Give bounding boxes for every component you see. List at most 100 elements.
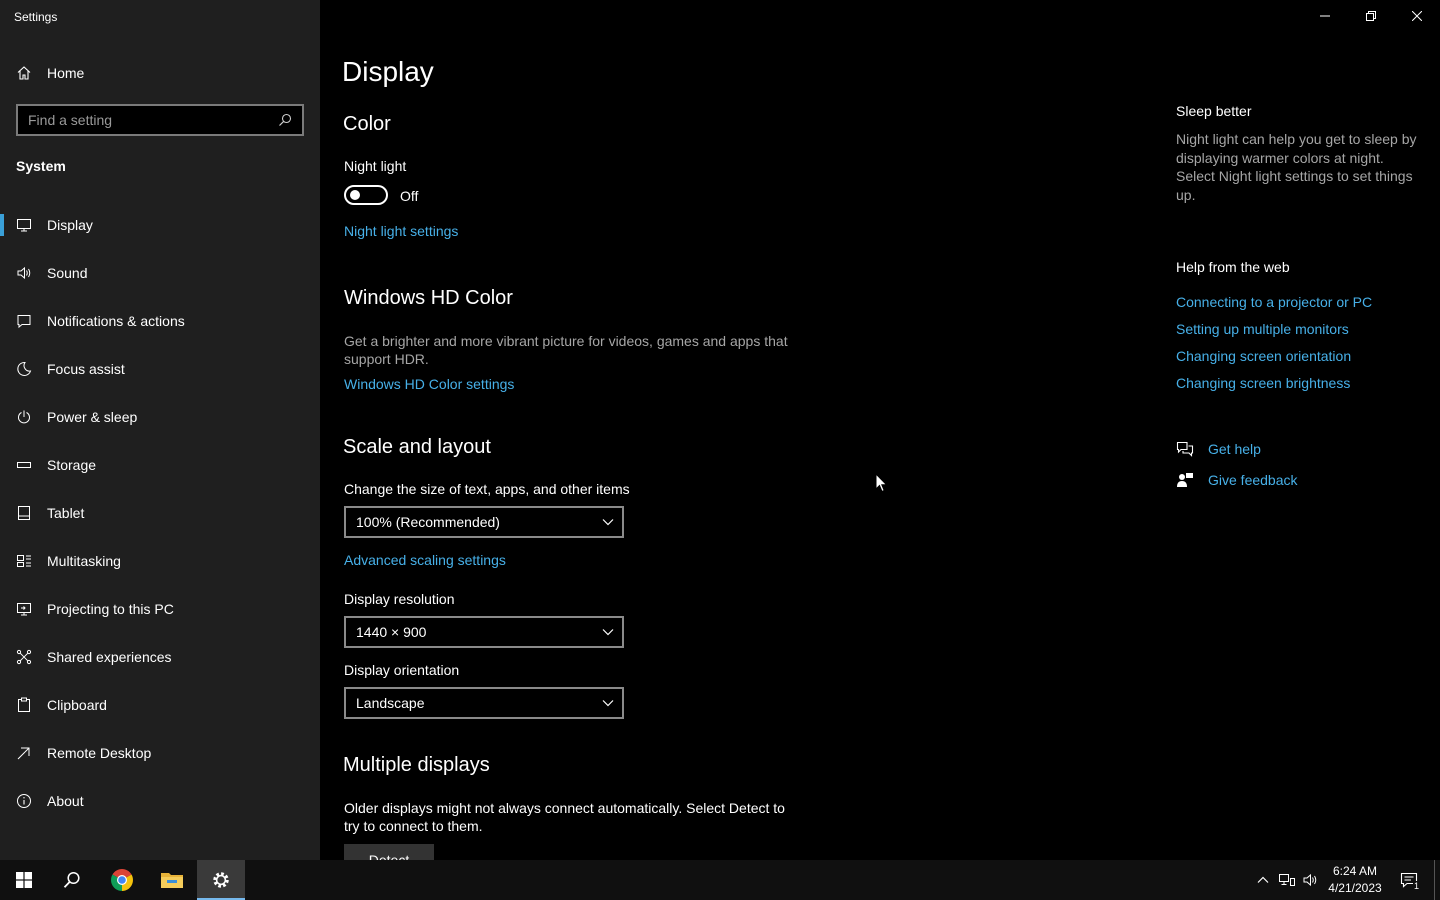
info-icon	[16, 793, 36, 809]
main-content: Display Color Night light Off Night ligh…	[320, 0, 1440, 860]
sidebar-item-label: Clipboard	[47, 697, 107, 713]
file-explorer-button[interactable]	[148, 860, 196, 900]
sidebar: Settings Home System Display Sound	[0, 0, 320, 860]
speaker-icon	[16, 265, 36, 281]
show-hidden-icons-button[interactable]	[1252, 860, 1274, 900]
chrome-button[interactable]	[98, 860, 146, 900]
night-light-state: Off	[400, 188, 419, 204]
sidebar-nav: Display Sound Notifications & actions Fo…	[0, 201, 320, 825]
advanced-scaling-link[interactable]: Advanced scaling settings	[344, 552, 506, 568]
chat-help-icon	[1176, 441, 1196, 457]
feedback-person-icon	[1176, 472, 1196, 488]
mouse-cursor-icon	[875, 473, 888, 493]
hd-color-description: Get a brighter and more vibrant picture …	[344, 333, 788, 367]
sidebar-item-projecting[interactable]: Projecting to this PC	[0, 585, 320, 633]
help-link-orientation[interactable]: Changing screen orientation	[1176, 348, 1351, 364]
sidebar-item-clipboard[interactable]: Clipboard	[0, 681, 320, 729]
sidebar-item-focus-assist[interactable]: Focus assist	[0, 345, 320, 393]
resolution-dropdown[interactable]: 1440 × 900	[344, 616, 624, 648]
network-button[interactable]	[1276, 860, 1298, 900]
settings-taskbar-button[interactable]	[197, 860, 245, 900]
detect-button[interactable]: Detect	[344, 844, 434, 860]
help-link-brightness[interactable]: Changing screen brightness	[1176, 375, 1350, 391]
projecting-icon	[16, 601, 36, 617]
sidebar-item-label: Remote Desktop	[47, 745, 152, 761]
multiple-displays-description: Older displays might not always connect …	[344, 800, 785, 834]
restore-button[interactable]	[1348, 0, 1394, 32]
get-help-link[interactable]: Get help	[1208, 441, 1261, 457]
start-button[interactable]	[0, 860, 48, 900]
orientation-value: Landscape	[356, 695, 425, 711]
chevron-down-icon	[602, 518, 614, 526]
multitasking-icon	[16, 553, 36, 569]
notification-center-icon: 1	[1400, 872, 1420, 891]
sidebar-item-power-sleep[interactable]: Power & sleep	[0, 393, 320, 441]
give-feedback-link[interactable]: Give feedback	[1208, 472, 1298, 488]
sidebar-item-about[interactable]: About	[0, 777, 320, 825]
sidebar-item-label: Notifications & actions	[47, 313, 185, 329]
sidebar-item-label: Multitasking	[47, 553, 121, 569]
sidebar-item-label: Focus assist	[47, 361, 125, 377]
restore-icon	[1366, 11, 1376, 21]
search-icon[interactable]	[278, 113, 296, 127]
section-label-system: System	[16, 158, 66, 174]
home-label: Home	[47, 65, 85, 81]
remote-desktop-icon	[16, 745, 36, 761]
sidebar-item-storage[interactable]: Storage	[0, 441, 320, 489]
taskbar-clock[interactable]: 6:24 AM 4/21/2023	[1324, 863, 1386, 897]
sidebar-item-remote-desktop[interactable]: Remote Desktop	[0, 729, 320, 777]
sidebar-item-tablet[interactable]: Tablet	[0, 489, 320, 537]
minimize-button[interactable]	[1302, 0, 1348, 32]
help-link-multiple-monitors[interactable]: Setting up multiple monitors	[1176, 321, 1349, 337]
close-icon	[1412, 11, 1422, 21]
search-input[interactable]	[28, 112, 278, 128]
orientation-dropdown[interactable]: Landscape	[344, 687, 624, 719]
action-center-button[interactable]: 1	[1396, 860, 1422, 900]
sidebar-item-shared-experiences[interactable]: Shared experiences	[0, 633, 320, 681]
notification-count-badge: 1	[1412, 881, 1420, 891]
help-link-projector[interactable]: Connecting to a projector or PC	[1176, 294, 1372, 310]
chevron-down-icon	[602, 699, 614, 707]
show-desktop-button[interactable]	[1434, 860, 1440, 900]
sleep-better-heading: Sleep better	[1176, 103, 1252, 119]
clock-time: 6:24 AM	[1332, 864, 1378, 878]
chevron-down-icon	[602, 628, 614, 636]
clipboard-icon	[16, 697, 36, 713]
search-icon	[63, 871, 81, 889]
clock-date: 4/21/2023	[1328, 881, 1382, 895]
sidebar-item-display[interactable]: Display	[0, 201, 320, 249]
night-light-toggle[interactable]	[344, 185, 388, 205]
monitor-icon	[16, 217, 36, 233]
close-button[interactable]	[1394, 0, 1440, 32]
notification-icon	[16, 313, 36, 329]
sidebar-item-label: Tablet	[47, 505, 85, 521]
home-nav-item[interactable]: Home	[16, 62, 84, 84]
hd-color-settings-link[interactable]: Windows HD Color settings	[344, 376, 514, 392]
windows-logo-icon	[16, 872, 32, 888]
give-feedback-row[interactable]: Give feedback	[1176, 472, 1298, 488]
scale-dropdown[interactable]: 100% (Recommended)	[344, 506, 624, 538]
sidebar-item-label: Storage	[47, 457, 97, 473]
volume-button[interactable]	[1299, 860, 1321, 900]
orientation-label: Display orientation	[344, 662, 460, 678]
sidebar-item-label: Projecting to this PC	[47, 601, 174, 617]
taskbar-search-button[interactable]	[48, 860, 96, 900]
sidebar-item-label: Sound	[47, 265, 88, 281]
sidebar-item-sound[interactable]: Sound	[0, 249, 320, 297]
gear-icon	[211, 870, 231, 890]
power-icon	[16, 409, 36, 425]
sidebar-item-notifications[interactable]: Notifications & actions	[0, 297, 320, 345]
help-web-heading: Help from the web	[1176, 259, 1290, 275]
sidebar-item-label: Display	[47, 217, 93, 233]
night-light-settings-link[interactable]: Night light settings	[344, 223, 458, 239]
sidebar-item-label: Shared experiences	[47, 649, 172, 665]
night-light-label: Night light	[344, 158, 407, 174]
scale-value: 100% (Recommended)	[356, 514, 500, 530]
sidebar-item-label: About	[47, 793, 84, 809]
get-help-row[interactable]: Get help	[1176, 441, 1261, 457]
chevron-up-icon	[1257, 876, 1269, 884]
volume-icon	[1302, 872, 1318, 888]
sidebar-item-multitasking[interactable]: Multitasking	[0, 537, 320, 585]
search-box[interactable]	[16, 104, 304, 136]
network-icon	[1278, 872, 1296, 888]
